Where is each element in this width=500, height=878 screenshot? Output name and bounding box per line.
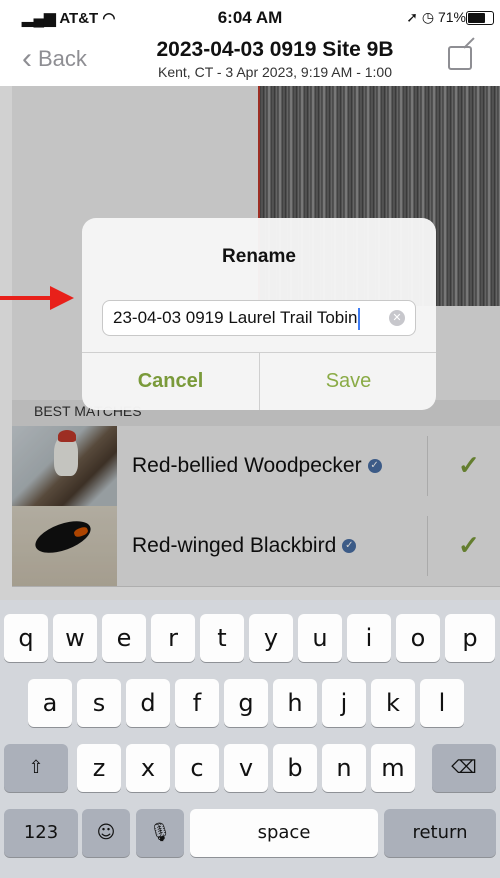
return-key[interactable]: return [384,809,496,857]
key-y[interactable]: y [249,614,293,662]
key-k[interactable]: k [371,679,415,727]
key-r[interactable]: r [151,614,195,662]
key-p[interactable]: p [445,614,495,662]
key-b[interactable]: b [273,744,317,792]
key-o[interactable]: o [396,614,440,662]
key-q[interactable]: q [4,614,48,662]
key-m[interactable]: m [371,744,415,792]
edit-icon[interactable] [448,46,472,70]
key-w[interactable]: w [53,614,97,662]
backspace-key[interactable]: ⌫ [432,744,496,792]
dialog-title: Rename [222,246,296,267]
battery-percent: ➚ ◷ 71% [406,9,466,25]
key-z[interactable]: z [77,744,121,792]
page-subtitle: Kent, CT - 3 Apr 2023, 9:19 AM - 1:00 [158,64,392,80]
page-title: 2023-04-03 0919 Site 9B [156,38,394,61]
clear-text-icon[interactable]: ✕ [389,310,405,326]
status-bar: ▂▄▆ AT&T ◠ 6:04 AM ➚ ◷ 71% [0,0,500,36]
keyboard: q w e r t y u i o p a s d f g h j k l ⇧ … [0,600,500,878]
key-i[interactable]: i [347,614,391,662]
key-f[interactable]: f [175,679,219,727]
key-l[interactable]: l [420,679,464,727]
microphone-icon: 🎙 [148,822,172,843]
key-v[interactable]: v [224,744,268,792]
rename-input[interactable]: 23-04-03 0919 Laurel Trail Tobin ✕ [102,300,416,336]
key-h[interactable]: h [273,679,317,727]
save-button[interactable]: Save [260,352,436,410]
nav-bar: ‹ Back 2023-04-03 0919 Site 9B Kent, CT … [0,36,500,86]
key-j[interactable]: j [322,679,366,727]
shift-icon: ⇧ [28,757,44,778]
key-u[interactable]: u [298,614,342,662]
cancel-button[interactable]: Cancel [82,352,259,410]
key-d[interactable]: d [126,679,170,727]
key-c[interactable]: c [175,744,219,792]
key-e[interactable]: e [102,614,146,662]
back-label: Back [38,46,87,71]
chevron-left-icon: ‹ [22,42,32,75]
back-button[interactable]: ‹ Back [22,42,87,75]
battery-icon [466,11,494,25]
shift-key[interactable]: ⇧ [4,744,68,792]
key-a[interactable]: a [28,679,72,727]
numbers-key[interactable]: 123 [4,809,78,857]
emoji-key[interactable]: ☺ [82,809,130,857]
rename-input-value: 23-04-03 0919 Laurel Trail Tobin [113,308,358,327]
backspace-icon: ⌫ [451,757,477,778]
emoji-icon: ☺ [96,822,116,843]
key-t[interactable]: t [200,614,244,662]
annotation-arrowhead-icon [50,286,74,310]
space-key[interactable]: space [190,809,378,857]
key-n[interactable]: n [322,744,366,792]
dictation-key[interactable]: 🎙 [136,809,184,857]
key-g[interactable]: g [224,679,268,727]
key-s[interactable]: s [77,679,121,727]
rename-dialog: Rename 23-04-03 0919 Laurel Trail Tobin … [82,218,436,410]
key-x[interactable]: x [126,744,170,792]
text-caret [358,307,361,330]
